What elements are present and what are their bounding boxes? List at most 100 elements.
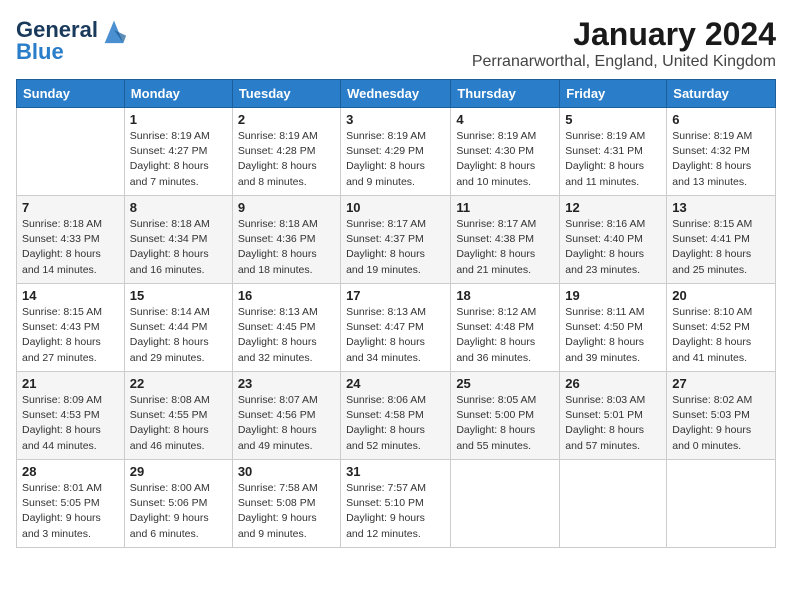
header: General Blue January 2024 Perranarwortha… (16, 16, 776, 71)
calendar-cell: 8Sunrise: 8:18 AM Sunset: 4:34 PM Daylig… (124, 196, 232, 284)
calendar-cell (667, 460, 776, 548)
day-number: 8 (130, 200, 227, 215)
day-info: Sunrise: 8:19 AM Sunset: 4:32 PM Dayligh… (672, 129, 770, 190)
day-number: 10 (346, 200, 445, 215)
calendar-cell: 17Sunrise: 8:13 AM Sunset: 4:47 PM Dayli… (341, 284, 451, 372)
day-info: Sunrise: 8:19 AM Sunset: 4:29 PM Dayligh… (346, 129, 445, 190)
day-number: 12 (565, 200, 661, 215)
calendar-cell (451, 460, 560, 548)
calendar-cell: 28Sunrise: 8:01 AM Sunset: 5:05 PM Dayli… (17, 460, 125, 548)
calendar-cell: 5 Sunrise: 8:19 AM Sunset: 4:31 PM Daylig… (560, 108, 667, 196)
day-number: 2 (238, 112, 335, 127)
calendar-cell: 9Sunrise: 8:18 AM Sunset: 4:36 PM Daylig… (232, 196, 340, 284)
day-info: Sunrise: 8:19 AM Sunset: 4:27 PM Dayligh… (130, 129, 227, 190)
calendar-cell: 26 Sunrise: 8:03 AM Sunset: 5:01 PM Dayli… (560, 372, 667, 460)
day-info: Sunrise: 8:12 AM Sunset: 4:48 PM Dayligh… (456, 305, 554, 366)
day-number: 17 (346, 288, 445, 303)
day-info: Sunrise: 7:57 AM Sunset: 5:10 PM Dayligh… (346, 481, 445, 542)
day-info: Sunrise: 8:15 AM Sunset: 4:43 PM Dayligh… (22, 305, 119, 366)
day-info: Sunrise: 8:05 AM Sunset: 5:00 PM Dayligh… (456, 393, 554, 454)
day-info: Sunrise: 8:08 AM Sunset: 4:55 PM Dayligh… (130, 393, 227, 454)
day-info: Sunrise: 8:06 AM Sunset: 4:58 PM Dayligh… (346, 393, 445, 454)
weekday-header-thursday: Thursday (451, 80, 560, 108)
day-number: 26 (565, 376, 661, 391)
day-number: 23 (238, 376, 335, 391)
day-number: 19 (565, 288, 661, 303)
day-number: 7 (22, 200, 119, 215)
calendar-cell: 23 Sunrise: 8:07 AM Sunset: 4:56 PM Dayli… (232, 372, 340, 460)
day-info: Sunrise: 8:03 AM Sunset: 5:01 PM Dayligh… (565, 393, 661, 454)
calendar-cell: 19 Sunrise: 8:11 AM Sunset: 4:50 PM Dayli… (560, 284, 667, 372)
logo-icon (100, 16, 128, 44)
day-info: Sunrise: 8:09 AM Sunset: 4:53 PM Dayligh… (22, 393, 119, 454)
day-info: Sunrise: 8:17 AM Sunset: 4:37 PM Dayligh… (346, 217, 445, 278)
day-info: Sunrise: 8:14 AM Sunset: 4:44 PM Dayligh… (130, 305, 227, 366)
day-number: 14 (22, 288, 119, 303)
title-block: January 2024 Perranarworthal, England, U… (472, 16, 776, 71)
calendar-week-row: 28Sunrise: 8:01 AM Sunset: 5:05 PM Dayli… (17, 460, 776, 548)
calendar-cell: 11Sunrise: 8:17 AM Sunset: 4:38 PM Dayli… (451, 196, 560, 284)
calendar-week-row: 21Sunrise: 8:09 AM Sunset: 4:53 PM Dayli… (17, 372, 776, 460)
calendar-cell: 21Sunrise: 8:09 AM Sunset: 4:53 PM Dayli… (17, 372, 125, 460)
day-number: 20 (672, 288, 770, 303)
weekday-header-sunday: Sunday (17, 80, 125, 108)
day-number: 18 (456, 288, 554, 303)
day-info: Sunrise: 8:11 AM Sunset: 4:50 PM Dayligh… (565, 305, 661, 366)
day-info: Sunrise: 8:00 AM Sunset: 5:06 PM Dayligh… (130, 481, 227, 542)
day-info: Sunrise: 7:58 AM Sunset: 5:08 PM Dayligh… (238, 481, 335, 542)
day-info: Sunrise: 8:07 AM Sunset: 4:56 PM Dayligh… (238, 393, 335, 454)
calendar-table: SundayMondayTuesdayWednesdayThursdayFrid… (16, 79, 776, 548)
calendar-cell: 6 Sunrise: 8:19 AM Sunset: 4:32 PM Daylig… (667, 108, 776, 196)
calendar-week-row: 7 Sunrise: 8:18 AM Sunset: 4:33 PM Daylig… (17, 196, 776, 284)
logo-text-blue: Blue (16, 39, 64, 64)
day-number: 5 (565, 112, 661, 127)
logo: General Blue (16, 16, 128, 64)
day-info: Sunrise: 8:10 AM Sunset: 4:52 PM Dayligh… (672, 305, 770, 366)
day-info: Sunrise: 8:13 AM Sunset: 4:45 PM Dayligh… (238, 305, 335, 366)
calendar-cell: 3Sunrise: 8:19 AM Sunset: 4:29 PM Daylig… (341, 108, 451, 196)
day-number: 31 (346, 464, 445, 479)
day-number: 4 (456, 112, 554, 127)
calendar-cell: 31 Sunrise: 7:57 AM Sunset: 5:10 PM Dayli… (341, 460, 451, 548)
day-number: 24 (346, 376, 445, 391)
calendar-cell: 10 Sunrise: 8:17 AM Sunset: 4:37 PM Dayli… (341, 196, 451, 284)
day-number: 13 (672, 200, 770, 215)
day-info: Sunrise: 8:16 AM Sunset: 4:40 PM Dayligh… (565, 217, 661, 278)
calendar-cell: 20 Sunrise: 8:10 AM Sunset: 4:52 PM Dayli… (667, 284, 776, 372)
day-number: 11 (456, 200, 554, 215)
calendar-cell: 27Sunrise: 8:02 AM Sunset: 5:03 PM Dayli… (667, 372, 776, 460)
calendar-week-row: 14 Sunrise: 8:15 AM Sunset: 4:43 PM Dayli… (17, 284, 776, 372)
day-info: Sunrise: 8:19 AM Sunset: 4:31 PM Dayligh… (565, 129, 661, 190)
day-info: Sunrise: 8:15 AM Sunset: 4:41 PM Dayligh… (672, 217, 770, 278)
day-number: 29 (130, 464, 227, 479)
day-info: Sunrise: 8:02 AM Sunset: 5:03 PM Dayligh… (672, 393, 770, 454)
weekday-header-friday: Friday (560, 80, 667, 108)
calendar-cell: 15Sunrise: 8:14 AM Sunset: 4:44 PM Dayli… (124, 284, 232, 372)
calendar-cell: 2 Sunrise: 8:19 AM Sunset: 4:28 PM Daylig… (232, 108, 340, 196)
calendar-cell: 13 Sunrise: 8:15 AM Sunset: 4:41 PM Dayli… (667, 196, 776, 284)
calendar-cell: 1Sunrise: 8:19 AM Sunset: 4:27 PM Daylig… (124, 108, 232, 196)
calendar-cell: 24 Sunrise: 8:06 AM Sunset: 4:58 PM Dayli… (341, 372, 451, 460)
calendar-cell: 4Sunrise: 8:19 AM Sunset: 4:30 PM Daylig… (451, 108, 560, 196)
calendar-cell: 29 Sunrise: 8:00 AM Sunset: 5:06 PM Dayli… (124, 460, 232, 548)
day-info: Sunrise: 8:01 AM Sunset: 5:05 PM Dayligh… (22, 481, 119, 542)
weekday-header-tuesday: Tuesday (232, 80, 340, 108)
calendar-cell: 18 Sunrise: 8:12 AM Sunset: 4:48 PM Dayli… (451, 284, 560, 372)
weekday-header-monday: Monday (124, 80, 232, 108)
day-info: Sunrise: 8:18 AM Sunset: 4:36 PM Dayligh… (238, 217, 335, 278)
day-info: Sunrise: 8:19 AM Sunset: 4:28 PM Dayligh… (238, 129, 335, 190)
day-number: 6 (672, 112, 770, 127)
weekday-header-row: SundayMondayTuesdayWednesdayThursdayFrid… (17, 80, 776, 108)
calendar-week-row: 1Sunrise: 8:19 AM Sunset: 4:27 PM Daylig… (17, 108, 776, 196)
calendar-cell: 30 Sunrise: 7:58 AM Sunset: 5:08 PM Dayli… (232, 460, 340, 548)
day-number: 22 (130, 376, 227, 391)
weekday-header-wednesday: Wednesday (341, 80, 451, 108)
day-number: 25 (456, 376, 554, 391)
day-number: 30 (238, 464, 335, 479)
weekday-header-saturday: Saturday (667, 80, 776, 108)
calendar-subtitle: Perranarworthal, England, United Kingdom (472, 53, 776, 71)
calendar-cell: 25 Sunrise: 8:05 AM Sunset: 5:00 PM Dayli… (451, 372, 560, 460)
day-number: 16 (238, 288, 335, 303)
calendar-cell (560, 460, 667, 548)
day-info: Sunrise: 8:18 AM Sunset: 4:33 PM Dayligh… (22, 217, 119, 278)
